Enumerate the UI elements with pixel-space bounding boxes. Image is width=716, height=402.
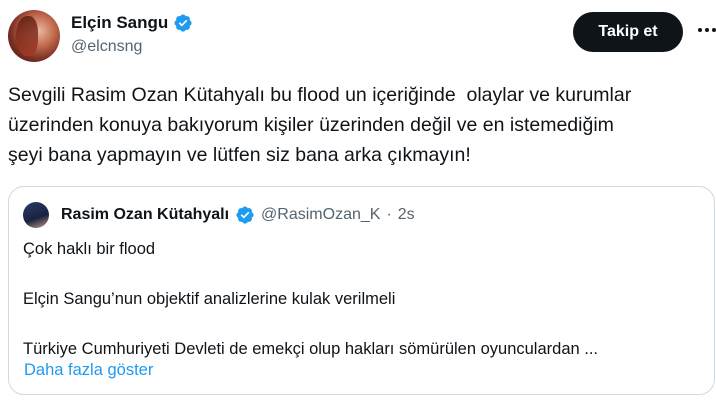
quoted-tweet[interactable]: Rasim Ozan Kütahyalı @RasimOzan_K · 2s Ç… <box>8 186 715 395</box>
show-more-link[interactable]: Daha fazla göster <box>24 361 153 380</box>
verified-badge-icon <box>174 14 192 32</box>
follow-button[interactable]: Takip et <box>573 12 683 52</box>
quoted-author-display-name: Rasim Ozan Kütahyalı <box>61 206 230 223</box>
quoted-author-handle: @RasimOzan_K <box>261 206 381 223</box>
tweet-header: Elçin Sangu @elcnsng Takip et <box>8 10 716 62</box>
quoted-line: Elçin Sangu’nun objektif analizlerine ku… <box>23 290 396 308</box>
author-handle[interactable]: @elcnsng <box>71 38 193 56</box>
more-horizontal-icon[interactable] <box>698 28 716 36</box>
quoted-line: Türkiye Cumhuriyeti Devleti de emekçi ol… <box>23 340 599 358</box>
quoted-tweet-time: 2s <box>397 206 415 223</box>
author-info: Elçin Sangu @elcnsng <box>71 12 193 56</box>
quoted-tweet-header: Rasim Ozan Kütahyalı @RasimOzan_K · 2s <box>23 201 415 229</box>
quoted-tweet-body: Çok haklı bir flood Elçin Sangu’nun obje… <box>23 237 703 361</box>
author-display-name[interactable]: Elçin Sangu <box>71 13 168 33</box>
author-avatar[interactable] <box>8 10 60 62</box>
separator-dot: · <box>386 206 392 223</box>
author-name-row: Elçin Sangu <box>71 12 193 34</box>
verified-badge-icon <box>236 206 254 224</box>
quoted-author-avatar <box>23 202 49 228</box>
tweet-text: Sevgili Rasim Ozan Kütahyalı bu flood un… <box>8 84 632 166</box>
quoted-line: Çok haklı bir flood <box>23 240 156 258</box>
